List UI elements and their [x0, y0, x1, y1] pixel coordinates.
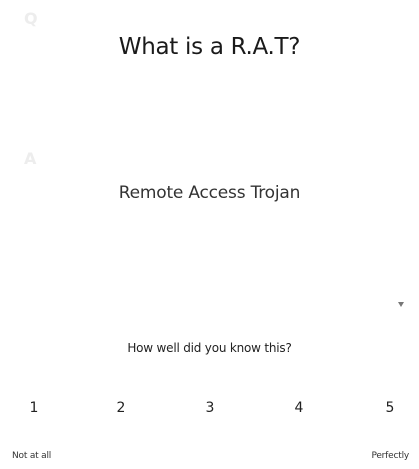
rating-option-3[interactable]: 3 — [195, 400, 225, 416]
rating-option-1[interactable]: 1 — [19, 400, 49, 416]
rating-option-4[interactable]: 4 — [284, 400, 314, 416]
rating-option-2[interactable]: 2 — [106, 400, 136, 416]
rating-prompt: How well did you know this? — [127, 341, 292, 355]
scale-high-label: Perfectly — [371, 451, 409, 461]
answer-marker: A — [24, 149, 37, 168]
answer-text: Remote Access Trojan — [118, 183, 301, 203]
question-text: What is a R.A.T? — [118, 34, 301, 60]
scale-low-label: Not at all — [12, 451, 52, 461]
chevron-down-icon[interactable] — [398, 302, 404, 307]
question-marker: Q — [24, 9, 38, 28]
rating-option-5[interactable]: 5 — [375, 400, 405, 416]
